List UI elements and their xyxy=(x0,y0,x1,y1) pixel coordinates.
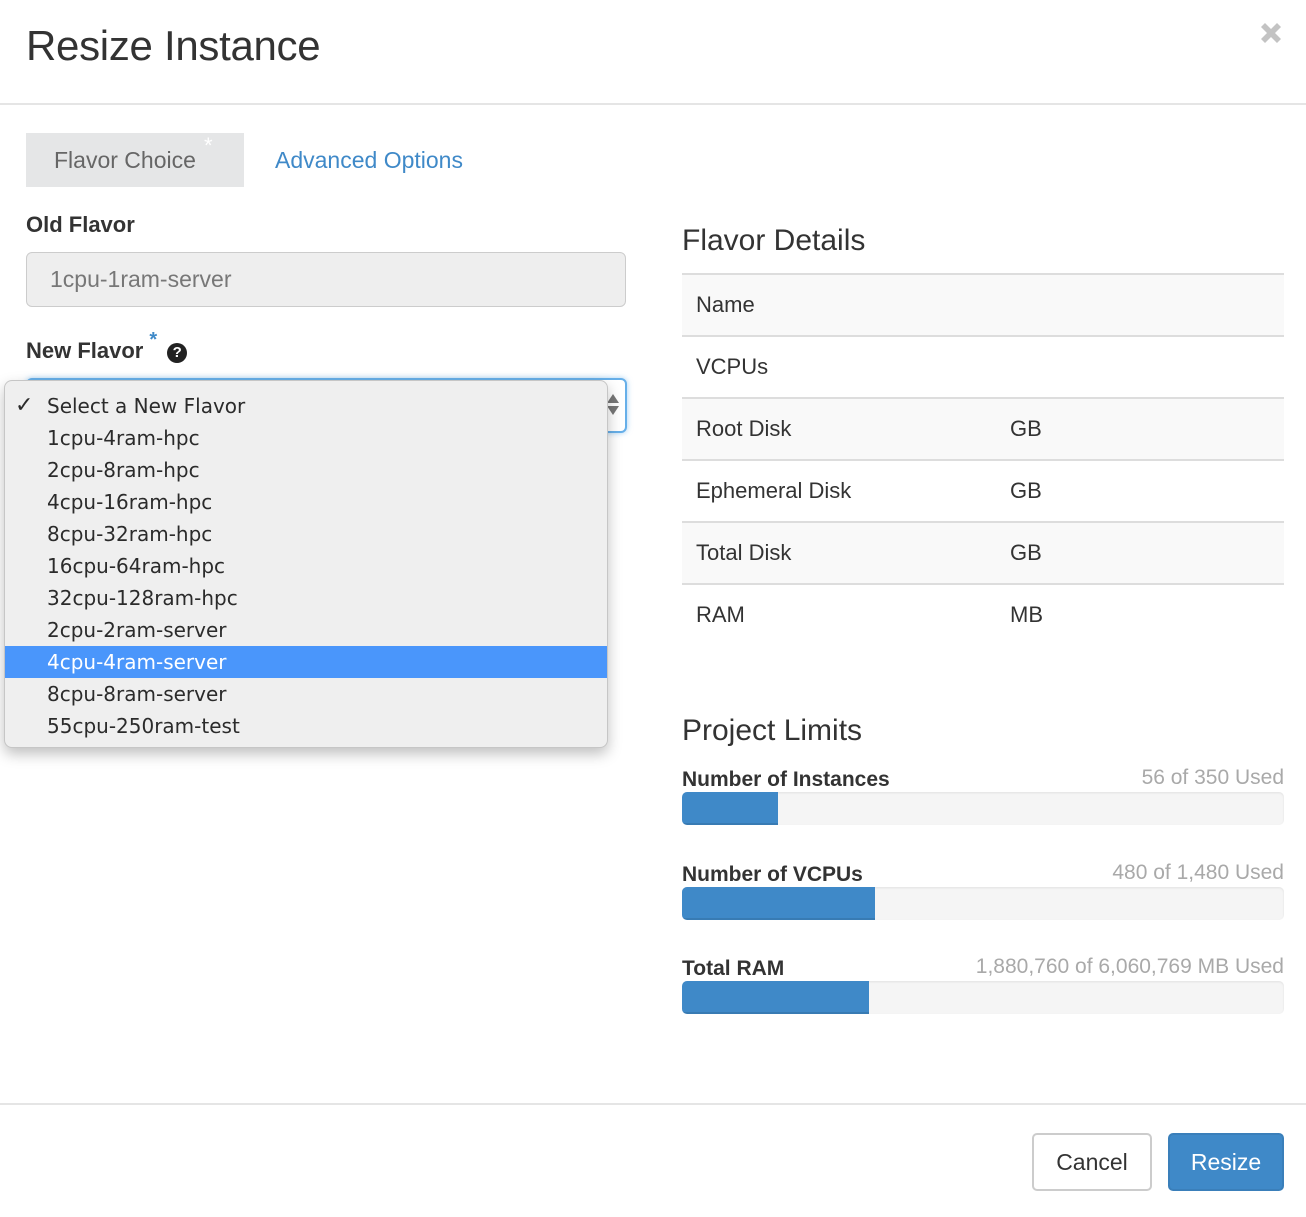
detail-label: Name xyxy=(682,273,996,336)
required-marker: * xyxy=(149,329,158,351)
dropdown-option[interactable]: 8cpu-8ram-server xyxy=(5,678,607,710)
dropdown-option[interactable]: 2cpu-2ram-server xyxy=(5,614,607,646)
checkmark-icon: ✓ xyxy=(15,393,34,418)
dropdown-option[interactable]: 4cpu-16ram-hpc xyxy=(5,486,607,518)
limit-label: Total RAM xyxy=(682,957,785,980)
dropdown-option[interactable]: 8cpu-32ram-hpc xyxy=(5,518,607,550)
new-flavor-label-row: New Flavor *? xyxy=(26,329,188,364)
dropdown-option[interactable]: 16cpu-64ram-hpc xyxy=(5,550,607,582)
detail-label: VCPUs xyxy=(682,335,996,398)
resize-button[interactable]: Resize xyxy=(1168,1133,1284,1191)
progress-bar xyxy=(682,887,1284,920)
detail-label: Root Disk xyxy=(682,397,996,460)
project-limits-title: Project Limits xyxy=(682,714,863,747)
detail-value xyxy=(996,335,1284,398)
limit-label: Number of Instances xyxy=(682,768,890,791)
question-circle-icon[interactable]: ? xyxy=(167,343,188,363)
dropdown-option[interactable]: 55cpu-250ram-test xyxy=(5,710,607,742)
table-row: VCPUs xyxy=(682,335,1284,398)
progress-bar xyxy=(682,981,1284,1014)
detail-value: GB xyxy=(996,521,1284,584)
new-flavor-dropdown-menu: ✓ Select a New Flavor 1cpu-4ram-hpc 2cpu-… xyxy=(4,380,608,748)
old-flavor-label: Old Flavor xyxy=(26,212,135,237)
detail-value: GB xyxy=(996,397,1284,460)
detail-value: GB xyxy=(996,459,1284,522)
table-row: Total Disk GB xyxy=(682,521,1284,584)
cancel-button[interactable]: Cancel xyxy=(1032,1133,1152,1191)
tab-label: Advanced Options xyxy=(275,147,463,173)
detail-value: MB xyxy=(996,583,1284,645)
dropdown-option[interactable]: 32cpu-128ram-hpc xyxy=(5,582,607,614)
detail-label: RAM xyxy=(682,583,996,645)
new-flavor-label: New Flavor xyxy=(26,338,144,363)
dropdown-option-highlighted[interactable]: 4cpu-4ram-server xyxy=(5,646,607,678)
modal-title: Resize Instance xyxy=(26,22,321,69)
required-marker: * xyxy=(204,133,213,158)
detail-value xyxy=(996,273,1284,336)
close-button[interactable] xyxy=(1256,18,1286,48)
detail-label: Total Disk xyxy=(682,521,996,584)
limit-label: Number of VCPUs xyxy=(682,863,863,886)
tab-flavor-choice[interactable]: Flavor Choice * xyxy=(26,133,244,187)
tab-label: Flavor Choice xyxy=(54,147,196,173)
progress-fill xyxy=(682,887,875,920)
flavor-details-title: Flavor Details xyxy=(682,224,866,257)
table-row: RAM MB xyxy=(682,583,1284,645)
dropdown-option[interactable]: 2cpu-8ram-hpc xyxy=(5,454,607,486)
modal-header: Resize Instance xyxy=(0,0,1306,105)
detail-label: Ephemeral Disk xyxy=(682,459,996,522)
limit-used-text: 56 of 350 Used xyxy=(1141,766,1284,789)
limit-used-text: 480 of 1,480 Used xyxy=(1112,861,1284,884)
table-row: Root Disk GB xyxy=(682,397,1284,460)
flavor-details-table: Name VCPUs Root Disk GB Ephemeral Disk GB … xyxy=(682,273,1284,645)
progress-fill xyxy=(682,792,779,825)
dropdown-option[interactable]: ✓ Select a New Flavor xyxy=(5,390,607,422)
table-row: Name xyxy=(682,273,1284,336)
tab-advanced-options[interactable]: Advanced Options xyxy=(275,133,463,187)
select-arrows-icon xyxy=(607,394,619,415)
table-row: Ephemeral Disk GB xyxy=(682,459,1284,522)
progress-fill xyxy=(682,981,869,1014)
limit-used-text: 1,880,760 of 6,060,769 MB Used xyxy=(975,955,1284,978)
old-flavor-field: 1cpu-1ram-server xyxy=(26,252,626,307)
progress-bar xyxy=(682,792,1284,825)
close-x-icon xyxy=(1261,23,1281,43)
dropdown-option[interactable]: 1cpu-4ram-hpc xyxy=(5,422,607,454)
